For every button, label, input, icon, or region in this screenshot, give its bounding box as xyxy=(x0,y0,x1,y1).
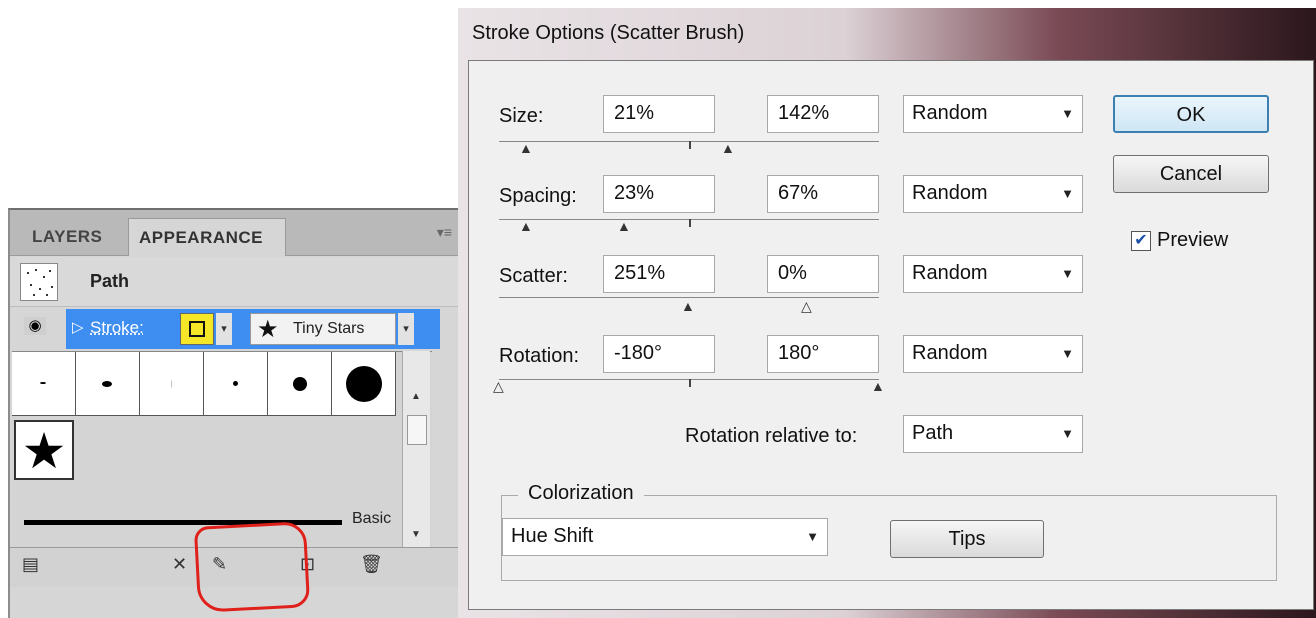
scatter-min-handle[interactable]: ▲ xyxy=(681,299,695,313)
remove-brush-stroke-icon[interactable]: ✕ xyxy=(172,554,187,575)
brush-library-grid: ▾≡ ★ Basic xyxy=(12,351,432,547)
appearance-panel: LAYERS APPEARANCE ▾≡ Path ◉ ▷ Stroke: ▾ … xyxy=(8,208,460,618)
rotation-relative-label: Rotation relative to: xyxy=(685,425,858,447)
chevron-down-icon: ▼ xyxy=(1061,266,1074,281)
rotation-min-handle[interactable]: △ xyxy=(493,379,504,393)
rotation-relative-select[interactable]: Path ▼ xyxy=(903,415,1083,453)
size-min-handle[interactable]: ▲ xyxy=(519,141,533,155)
star-brush-icon: ★ xyxy=(257,316,279,343)
stroke-label-link[interactable]: Stroke: xyxy=(90,318,144,338)
chevron-down-icon: ▼ xyxy=(1061,106,1074,121)
stroke-swatch-dropdown[interactable]: ▾ xyxy=(216,313,232,345)
rotation-slider-tick xyxy=(689,379,691,387)
stroke-attribute-bar[interactable]: ▷ Stroke: ▾ ★ Tiny Stars ▾ xyxy=(66,309,440,349)
colorization-title: Colorization xyxy=(518,482,644,505)
scatter-max-field[interactable]: 0% xyxy=(767,255,879,293)
scroll-down-icon[interactable]: ▼ xyxy=(411,529,421,540)
chevron-down-icon: ▼ xyxy=(1061,426,1074,441)
preview-checkbox[interactable]: ✔ xyxy=(1131,231,1151,251)
preview-label[interactable]: Preview xyxy=(1157,229,1228,252)
brush-swatch[interactable] xyxy=(268,352,332,416)
spacing-min-field[interactable]: 23% xyxy=(603,175,715,213)
colorization-group: Colorization Hue Shift ▼ Tips xyxy=(501,482,1277,581)
tips-button[interactable]: Tips xyxy=(890,520,1044,558)
brush-dropdown[interactable]: ▾ xyxy=(398,313,414,345)
size-max-field[interactable]: 142% xyxy=(767,95,879,133)
size-max-handle[interactable]: ▲ xyxy=(721,141,735,155)
dialog-body: Size: 21% 142% Random ▼ ▲ ▲ Spacing: 23% … xyxy=(468,60,1314,610)
dialog-title-bar[interactable]: Stroke Options (Scatter Brush) xyxy=(458,8,1316,60)
rotation-max-field[interactable]: 180° xyxy=(767,335,879,373)
brush-swatch[interactable] xyxy=(332,352,396,416)
chevron-down-icon: ▼ xyxy=(1061,186,1074,201)
scroll-up-icon[interactable]: ▲ xyxy=(411,391,421,402)
spacing-max-field[interactable]: 67% xyxy=(767,175,879,213)
spacing-mode-select[interactable]: Random ▼ xyxy=(903,175,1083,213)
appearance-path-row[interactable]: Path xyxy=(10,257,460,307)
scatter-mode-value: Random xyxy=(912,262,988,284)
chevron-down-icon: ▼ xyxy=(1061,346,1074,361)
rotation-max-handle[interactable]: ▲ xyxy=(871,379,885,393)
spacing-label: Spacing: xyxy=(499,185,577,207)
appearance-stroke-row[interactable]: ◉ ▷ Stroke: ▾ ★ Tiny Stars ▾ xyxy=(10,307,460,349)
panel-menu-icon[interactable]: ▾≡ xyxy=(437,224,452,241)
spacing-max-handle[interactable]: ▲ xyxy=(617,219,631,233)
spacing-mode-value: Random xyxy=(912,182,988,204)
library-scrollbar[interactable]: ▲ ▼ xyxy=(402,351,430,547)
rotation-label: Rotation: xyxy=(499,345,580,367)
tab-appearance[interactable]: APPEARANCE xyxy=(128,218,286,256)
basic-brush-label: Basic xyxy=(352,510,392,527)
rotation-mode-value: Random xyxy=(912,342,988,364)
chevron-down-icon: ▼ xyxy=(806,529,819,544)
brush-swatch[interactable] xyxy=(204,352,268,416)
brush-swatch[interactable] xyxy=(76,352,140,416)
scatter-max-handle[interactable]: △ xyxy=(801,299,812,313)
path-label: Path xyxy=(90,271,130,291)
star-brush-swatch[interactable]: ★ xyxy=(14,420,74,480)
colorization-method-value: Hue Shift xyxy=(511,525,594,547)
brush-name: Tiny Stars xyxy=(293,320,365,337)
size-min-field[interactable]: 21% xyxy=(603,95,715,133)
rotation-min-field[interactable]: -180° xyxy=(603,335,715,373)
size-mode-value: Random xyxy=(912,102,988,124)
rotation-mode-select[interactable]: Random ▼ xyxy=(903,335,1083,373)
visibility-eye-icon[interactable]: ◉ xyxy=(24,317,46,335)
scatter-label: Scatter: xyxy=(499,265,568,287)
stroke-color-swatch[interactable] xyxy=(180,313,214,345)
size-mode-select[interactable]: Random ▼ xyxy=(903,95,1083,133)
size-slider-tick xyxy=(689,141,691,149)
path-thumbnail xyxy=(20,263,58,301)
scatter-min-field[interactable]: 251% xyxy=(603,255,715,293)
colorization-method-select[interactable]: Hue Shift ▼ xyxy=(502,518,828,556)
scatter-mode-select[interactable]: Random ▼ xyxy=(903,255,1083,293)
panel-tab-bar: LAYERS APPEARANCE ▾≡ xyxy=(10,210,458,256)
brush-library-menu-icon[interactable]: ▤ xyxy=(22,554,39,575)
size-label: Size: xyxy=(499,105,544,127)
dialog-title: Stroke Options (Scatter Brush) xyxy=(472,22,745,44)
brush-swatch[interactable] xyxy=(12,352,76,416)
disclosure-triangle-icon[interactable]: ▷ xyxy=(72,318,84,336)
red-highlight-annotation xyxy=(193,521,311,613)
ok-button[interactable]: OK xyxy=(1113,95,1269,133)
rotation-relative-value: Path xyxy=(912,422,954,444)
stroke-options-dialog: Stroke Options (Scatter Brush) Size: 21%… xyxy=(458,8,1316,618)
brush-swatch[interactable] xyxy=(140,352,204,416)
scroll-thumb[interactable] xyxy=(407,415,427,445)
cancel-button[interactable]: Cancel xyxy=(1113,155,1269,193)
spacing-min-handle[interactable]: ▲ xyxy=(519,219,533,233)
tab-layers[interactable]: LAYERS xyxy=(22,218,112,256)
spacing-slider-tick xyxy=(689,219,691,227)
brush-definition-field[interactable]: ★ Tiny Stars xyxy=(250,313,396,345)
delete-brush-icon[interactable]: 🗑 xyxy=(360,554,383,575)
